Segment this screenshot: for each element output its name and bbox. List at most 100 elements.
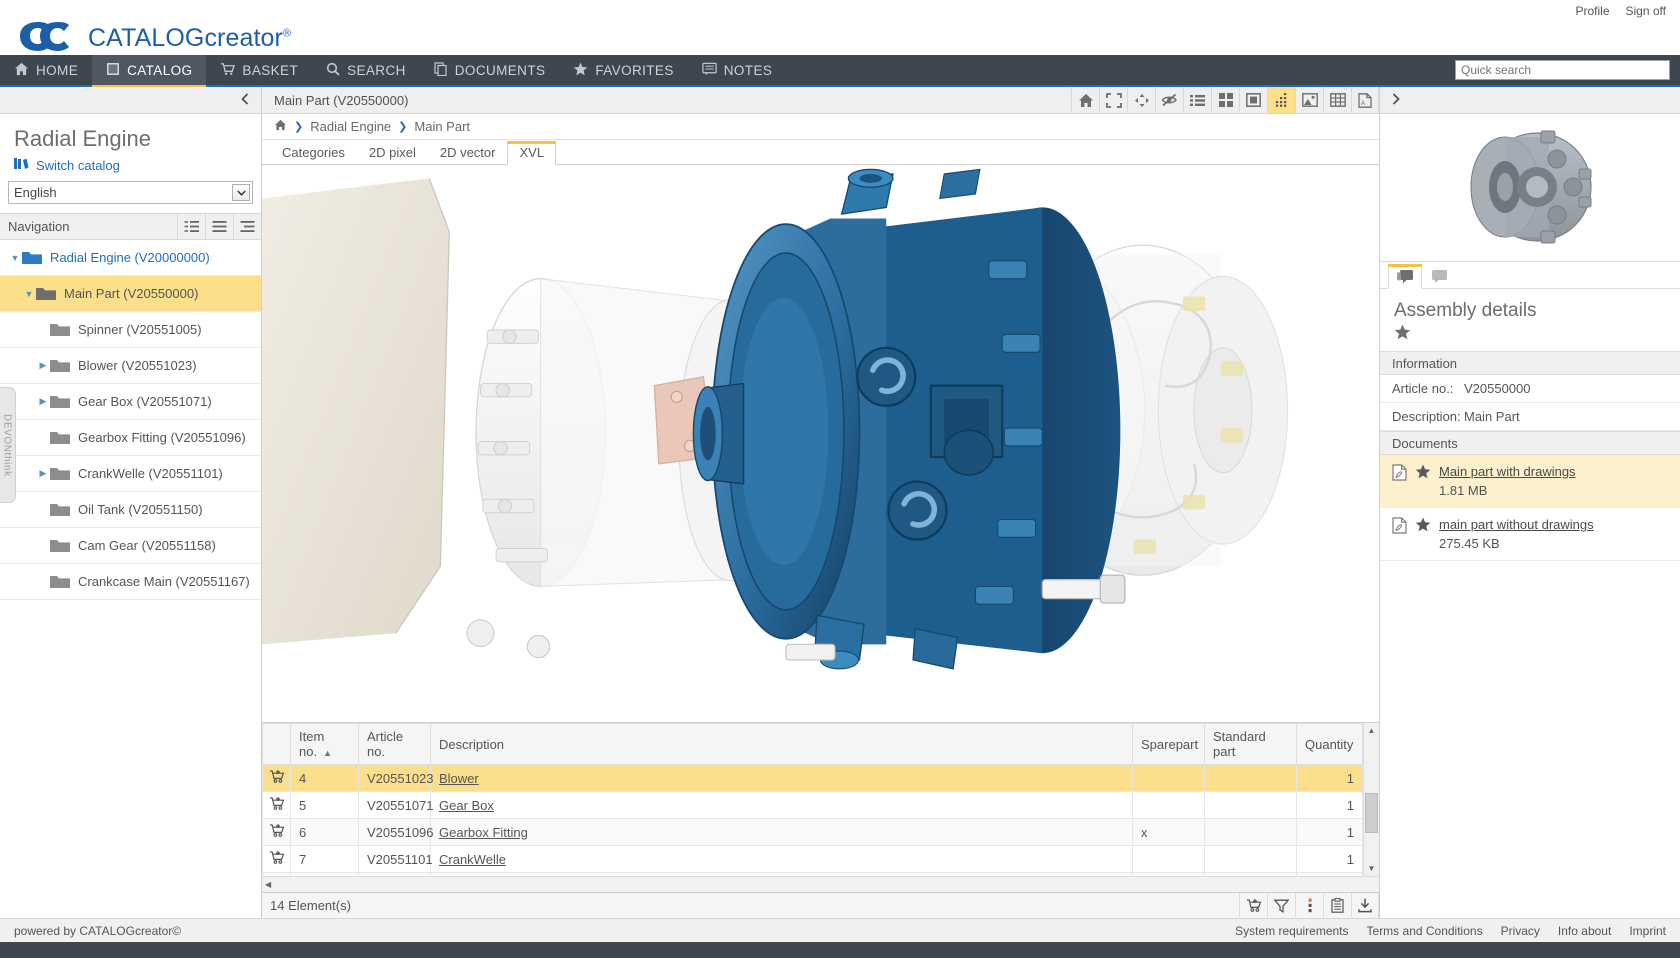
tree-options-icon[interactable] xyxy=(233,214,261,239)
table-row[interactable]: 5 V20551071 Gear Box 1 xyxy=(263,792,1363,819)
download-icon[interactable] xyxy=(1351,893,1379,918)
description-link[interactable]: Gearbox Fitting xyxy=(439,825,528,840)
footer-link-terms[interactable]: Terms and Conditions xyxy=(1367,924,1483,938)
table-vertical-scrollbar[interactable]: ▲ ▼ xyxy=(1363,723,1379,876)
row-add-to-basket-icon[interactable] xyxy=(263,873,291,877)
footer-link-system-requirements[interactable]: System requirements xyxy=(1235,924,1348,938)
table-row[interactable]: 4 V20551023 Blower 1 xyxy=(263,765,1363,792)
table-horizontal-scrollbar[interactable]: ◀ xyxy=(262,876,1379,892)
breadcrumb-item-main-part[interactable]: Main Part xyxy=(414,119,470,134)
filter-icon[interactable] xyxy=(1267,893,1295,918)
chevron-down-icon[interactable]: ▼ xyxy=(8,253,22,263)
nav-item-search[interactable]: SEARCH xyxy=(312,55,420,85)
scroll-left-icon[interactable]: ◀ xyxy=(265,880,271,889)
scroll-thumb[interactable] xyxy=(1365,793,1378,833)
tab-2d-vector[interactable]: 2D vector xyxy=(428,141,508,165)
tree-item-crankcase-main[interactable]: Crankcase Main (V20551167) xyxy=(0,564,261,600)
quick-search-input[interactable] xyxy=(1455,60,1670,80)
document-name[interactable]: Main part with drawings xyxy=(1439,464,1576,479)
favorite-toggle[interactable] xyxy=(1380,324,1680,351)
row-add-to-basket-icon[interactable] xyxy=(263,765,291,792)
expand-tree-icon[interactable] xyxy=(177,214,205,239)
tile-view-icon[interactable] xyxy=(1211,87,1239,113)
footer-link-info-about[interactable]: Info about xyxy=(1558,924,1611,938)
tree-item-radial-engine[interactable]: ▼ Radial Engine (V20000000) xyxy=(0,240,261,276)
tree-item-main-part[interactable]: ▼ Main Part (V20550000) xyxy=(0,276,261,312)
column-header-article-no[interactable]: Article no. xyxy=(359,724,431,765)
details-tab-icon[interactable] xyxy=(1388,264,1422,289)
chevron-right-icon[interactable]: ▶ xyxy=(36,360,50,371)
home-icon[interactable] xyxy=(274,119,287,134)
nav-item-catalog[interactable]: CATALOG xyxy=(92,55,206,85)
nav-item-basket[interactable]: BASKET xyxy=(206,55,312,85)
sign-off-link[interactable]: Sign off xyxy=(1626,4,1666,18)
table-row[interactable]: 7 V20551101 CrankWelle 1 xyxy=(263,846,1363,873)
add-to-basket-icon[interactable] xyxy=(1239,893,1267,918)
chevron-right-icon[interactable]: ▶ xyxy=(36,468,50,479)
switch-catalog-row: Switch catalog xyxy=(0,154,261,181)
row-add-to-basket-icon[interactable] xyxy=(263,846,291,873)
scroll-up-icon[interactable]: ▲ xyxy=(1368,723,1376,738)
language-select[interactable]: English xyxy=(8,181,253,204)
description-link[interactable]: Gear Box xyxy=(439,798,494,813)
more-options-icon[interactable] xyxy=(1295,893,1323,918)
switch-catalog-link[interactable]: Switch catalog xyxy=(36,158,120,173)
tab-xvl[interactable]: XVL xyxy=(507,141,556,165)
table-view-icon[interactable] xyxy=(1323,87,1351,113)
column-header-quantity[interactable]: Quantity xyxy=(1297,724,1363,765)
table-row[interactable]: 6 V20551096 Gearbox Fitting x 1 xyxy=(263,819,1363,846)
dot-matrix-view-icon[interactable] xyxy=(1267,87,1295,113)
row-add-to-basket-icon[interactable] xyxy=(263,819,291,846)
tree-item-blower[interactable]: ▶ Blower (V20551023) xyxy=(0,348,261,384)
row-add-to-basket-icon[interactable] xyxy=(263,792,291,819)
description-link[interactable]: Blower xyxy=(439,771,479,786)
tree-item-crankwelle[interactable]: ▶ CrankWelle (V20551101) xyxy=(0,456,261,492)
scroll-down-icon[interactable]: ▼ xyxy=(1368,861,1376,876)
star-icon[interactable] xyxy=(1415,464,1431,482)
tree-item-gearbox-fitting[interactable]: Gearbox Fitting (V20551096) xyxy=(0,420,261,456)
tree-item-gear-box[interactable]: ▶ Gear Box (V20551071) xyxy=(0,384,261,420)
scroll-track[interactable] xyxy=(1364,738,1379,861)
devonthink-side-tab[interactable]: DEVONthink xyxy=(0,387,16,503)
document-name[interactable]: main part without drawings xyxy=(1439,517,1594,532)
tab-categories[interactable]: Categories xyxy=(270,141,357,165)
hide-eye-icon[interactable] xyxy=(1155,87,1183,113)
chevron-down-icon[interactable]: ▼ xyxy=(22,289,36,299)
right-panel-expand-button[interactable] xyxy=(1380,87,1680,114)
collapse-tree-icon[interactable] xyxy=(205,214,233,239)
column-header-item-no[interactable]: Item no.▲ xyxy=(291,724,359,765)
tab-2d-pixel[interactable]: 2D pixel xyxy=(357,141,428,165)
home-view-icon[interactable] xyxy=(1071,87,1099,113)
clipboard-icon[interactable] xyxy=(1323,893,1351,918)
assembly-preview[interactable] xyxy=(1380,114,1680,262)
fit-to-screen-icon[interactable] xyxy=(1099,87,1127,113)
list-view-icon[interactable] xyxy=(1183,87,1211,113)
nav-item-home[interactable]: HOME xyxy=(0,55,92,85)
tree-item-cam-gear[interactable]: Cam Gear (V20551158) xyxy=(0,528,261,564)
pdf-export-icon[interactable]: A xyxy=(1351,87,1379,113)
nav-item-notes[interactable]: NOTES xyxy=(688,55,787,85)
sidebar-collapse-button[interactable] xyxy=(0,87,261,114)
tree-item-spinner[interactable]: Spinner (V20551005) xyxy=(0,312,261,348)
profile-link[interactable]: Profile xyxy=(1576,4,1610,18)
footer-link-imprint[interactable]: Imprint xyxy=(1629,924,1666,938)
breadcrumb-item-radial-engine[interactable]: Radial Engine xyxy=(310,119,391,134)
image-view-icon[interactable] xyxy=(1295,87,1323,113)
comments-tab-icon[interactable] xyxy=(1422,264,1456,289)
table-row[interactable]: 8 V20551150 Oil Tank 1 xyxy=(263,873,1363,877)
column-header-description[interactable]: Description xyxy=(431,724,1133,765)
zoom-fit-icon[interactable] xyxy=(1127,87,1155,113)
column-header-standard-part[interactable]: Standard part xyxy=(1205,724,1297,765)
document-row[interactable]: Main part with drawings 1.81 MB xyxy=(1380,455,1680,508)
single-view-icon[interactable] xyxy=(1239,87,1267,113)
description-link[interactable]: CrankWelle xyxy=(439,852,506,867)
star-icon[interactable] xyxy=(1415,517,1431,535)
footer-link-privacy[interactable]: Privacy xyxy=(1501,924,1540,938)
xvl-3d-viewer[interactable] xyxy=(262,165,1379,722)
nav-item-favorites[interactable]: FAVORITES xyxy=(559,55,687,85)
tree-item-oil-tank[interactable]: Oil Tank (V20551150) xyxy=(0,492,261,528)
column-header-sparepart[interactable]: Sparepart xyxy=(1133,724,1205,765)
chevron-right-icon[interactable]: ▶ xyxy=(36,396,50,407)
nav-item-documents[interactable]: DOCUMENTS xyxy=(420,55,560,85)
document-row[interactable]: main part without drawings 275.45 KB xyxy=(1380,508,1680,561)
